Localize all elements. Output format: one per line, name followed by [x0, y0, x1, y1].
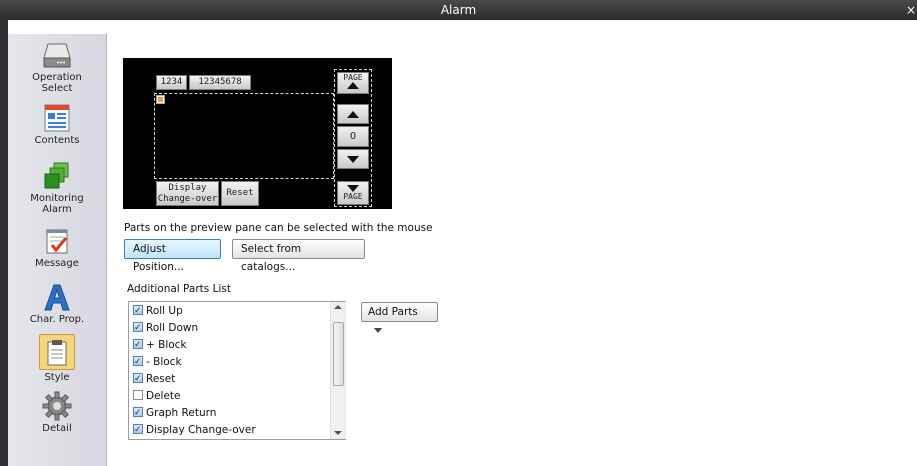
checkbox[interactable]	[133, 320, 143, 336]
list-item-label: Graph Return	[146, 407, 217, 419]
preview-scroll-group	[334, 69, 372, 207]
select-from-catalogs-button[interactable]: Select from catalogs...	[232, 239, 365, 273]
close-button[interactable]: ×	[905, 0, 917, 20]
list-item-label: Roll Down	[146, 322, 199, 334]
drive-icon	[43, 43, 71, 68]
style-icon	[47, 340, 67, 366]
checkbox[interactable]	[133, 354, 143, 370]
chevron-down-icon	[374, 327, 382, 333]
sidebar-item-operation-select[interactable]: Operation Select	[8, 40, 106, 94]
list-item-label: Display Change-over	[146, 424, 256, 436]
display-changeover-label-1: Display	[168, 183, 207, 193]
scroll-up-arrow-icon[interactable]	[334, 305, 342, 309]
sidebar: Operation Select Contents Monitoring Ala…	[8, 34, 107, 466]
window-title-bar: Alarm ×	[0, 0, 917, 20]
scroll-thumb[interactable]	[333, 322, 344, 386]
sidebar-item-message[interactable]: Message	[8, 226, 106, 269]
checkbox[interactable]	[133, 422, 143, 438]
message-icon	[46, 229, 68, 254]
sidebar-item-style[interactable]: Style	[8, 334, 106, 383]
contents-icon	[44, 104, 70, 132]
add-parts-label: Add Parts	[368, 306, 418, 318]
sidebar-item-label: Alarm	[42, 204, 72, 215]
parts-list-title: Additional Parts List	[127, 283, 231, 295]
monitoring-icon	[44, 162, 69, 189]
scroll-down-arrow-icon[interactable]	[334, 431, 342, 435]
list-item[interactable]: Roll Down	[133, 320, 198, 336]
alarm-preview-pane[interactable]: 1234 12345678 PAGE O PAGE Display Change…	[123, 58, 392, 209]
list-item-label: Reset	[146, 373, 176, 385]
preview-date-chip[interactable]: 1234	[156, 75, 187, 90]
checkbox[interactable]	[133, 337, 143, 353]
sidebar-item-monitoring-alarm[interactable]: Monitoring Alarm	[8, 161, 106, 215]
sidebar-item-char-prop[interactable]: Char. Prop.	[8, 282, 106, 325]
list-item-label: Delete	[146, 390, 181, 402]
sidebar-item-label: Contents	[34, 135, 80, 146]
checkbox[interactable]	[133, 390, 143, 400]
window-title: Alarm	[440, 3, 477, 17]
adjust-position-button[interactable]: Adjust Position...	[124, 239, 221, 273]
sidebar-item-label: Message	[35, 258, 79, 269]
sidebar-item-label: Monitoring	[30, 193, 84, 204]
list-item[interactable]: Roll Up	[133, 303, 183, 319]
add-parts-dropdown[interactable]: Add Parts	[361, 302, 438, 333]
list-item[interactable]: Graph Return	[133, 405, 216, 421]
list-item-label: + Block	[146, 339, 187, 351]
display-changeover-button[interactable]: Display Change-over	[156, 181, 219, 206]
gear-icon	[42, 391, 72, 421]
list-item[interactable]: Delete	[133, 388, 181, 404]
list-item[interactable]: + Block	[133, 337, 187, 353]
checkbox[interactable]	[133, 303, 143, 319]
additional-parts-list[interactable]: Roll Up Roll Down + Block - Block Reset …	[128, 301, 346, 440]
list-item[interactable]: Reset	[133, 371, 175, 387]
preview-reset-button[interactable]: Reset	[221, 181, 259, 206]
char-prop-icon	[44, 284, 70, 311]
list-item-label: Roll Up	[146, 305, 183, 317]
sidebar-item-label: Detail	[42, 423, 72, 434]
sidebar-item-label: Operation	[32, 72, 82, 83]
display-changeover-label-2: Change-over	[157, 194, 218, 204]
list-item[interactable]: Display Change-over	[133, 422, 256, 438]
checkbox[interactable]	[133, 405, 143, 421]
list-item[interactable]: - Block	[133, 354, 182, 370]
sidebar-item-detail[interactable]: Detail	[8, 391, 106, 434]
hint-text: Parts on the preview pane can be selecte…	[124, 222, 433, 234]
preview-message-area[interactable]	[154, 93, 334, 179]
sidebar-item-label: Select	[41, 83, 73, 94]
list-item-label: - Block	[146, 356, 182, 368]
checkbox[interactable]	[133, 371, 143, 387]
sidebar-item-contents[interactable]: Contents	[8, 103, 106, 146]
sidebar-item-label: Char. Prop.	[29, 314, 85, 325]
window-left-edge	[0, 20, 8, 466]
list-scrollbar[interactable]	[330, 302, 346, 439]
style-icon-frame	[39, 334, 75, 370]
preview-time-chip[interactable]: 12345678	[189, 75, 251, 90]
sidebar-item-label: Style	[44, 372, 70, 383]
